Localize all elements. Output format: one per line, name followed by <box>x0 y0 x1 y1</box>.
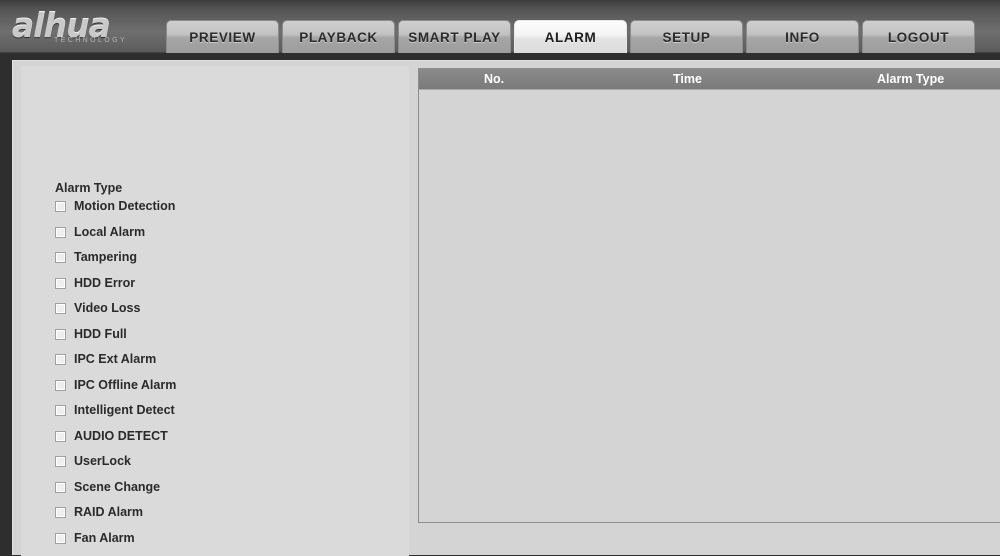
checkbox-scene-change[interactable] <box>55 481 66 493</box>
checkbox-intelligent-detect[interactable] <box>55 404 66 416</box>
label-audio-detect: AUDIO DETECT <box>74 429 168 443</box>
label-tampering: Tampering <box>74 250 137 264</box>
alarm-page: alhua TECHNOLOGY PREVIEW PLAYBACK SMART … <box>0 0 1000 556</box>
alarm-type-option-motion-detection[interactable]: Motion Detection <box>55 197 175 215</box>
alarm-type-option-audio-detect[interactable]: AUDIO DETECT <box>55 427 168 445</box>
alarm-type-option-ipc-offline-alarm[interactable]: IPC Offline Alarm <box>55 376 176 394</box>
alarm-type-option-fan-alarm[interactable]: Fan Alarm <box>55 529 135 547</box>
label-ipc-offline-alarm: IPC Offline Alarm <box>74 378 177 392</box>
alarm-type-option-local-alarm[interactable]: Local Alarm <box>55 223 145 241</box>
tab-logout[interactable]: LOGOUT <box>862 20 975 53</box>
checkbox-video-loss[interactable] <box>55 302 66 314</box>
logo-tagline: TECHNOLOGY <box>54 37 128 44</box>
checkbox-hdd-error[interactable] <box>55 277 66 289</box>
alarm-type-option-userlock[interactable]: UserLock <box>55 452 131 470</box>
checkbox-ipc-ext-alarm[interactable] <box>55 353 66 365</box>
checkbox-ipc-offline-alarm[interactable] <box>55 379 66 391</box>
label-userlock: UserLock <box>74 454 131 468</box>
alarm-type-option-raid-alarm[interactable]: RAID Alarm <box>55 503 143 521</box>
tab-alarm[interactable]: ALARM <box>514 20 627 53</box>
tab-preview[interactable]: PREVIEW <box>166 20 279 53</box>
alarm-settings-sidebar: Alarm Type Motion Detection Local Alarm … <box>21 66 409 556</box>
tab-setup[interactable]: SETUP <box>630 20 743 53</box>
tab-playback[interactable]: PLAYBACK <box>282 20 395 53</box>
alarm-panel: Alarm Type Motion Detection Local Alarm … <box>12 60 1000 556</box>
main-nav-tabs: PREVIEW PLAYBACK SMART PLAY ALARM SETUP … <box>166 20 975 53</box>
checkbox-audio-detect[interactable] <box>55 430 66 442</box>
label-motion-detection: Motion Detection <box>74 199 176 213</box>
label-hdd-full: HDD Full <box>74 327 127 341</box>
label-fan-alarm: Fan Alarm <box>74 531 135 545</box>
alarm-type-option-hdd-error[interactable]: HDD Error <box>55 274 135 292</box>
column-header-alarm-type: Alarm Type <box>877 72 945 86</box>
table-header-row: No. Time Alarm Type <box>419 69 1000 90</box>
dahua-logo: alhua TECHNOLOGY <box>8 4 158 50</box>
checkbox-userlock[interactable] <box>55 455 66 467</box>
column-header-no: No. <box>484 72 505 86</box>
checkbox-raid-alarm[interactable] <box>55 506 66 518</box>
alarm-type-option-tampering[interactable]: Tampering <box>55 248 137 266</box>
checkbox-motion-detection[interactable] <box>55 200 66 212</box>
label-intelligent-detect: Intelligent Detect <box>74 403 175 417</box>
app-header: alhua TECHNOLOGY PREVIEW PLAYBACK SMART … <box>0 0 1000 53</box>
alarm-list-table: No. Time Alarm Type <box>418 68 1000 523</box>
alarm-type-option-video-loss[interactable]: Video Loss <box>55 299 140 317</box>
alarm-type-option-ipc-ext-alarm[interactable]: IPC Ext Alarm <box>55 350 156 368</box>
label-raid-alarm: RAID Alarm <box>74 505 143 519</box>
content-area: Alarm Type Motion Detection Local Alarm … <box>0 53 1000 556</box>
tab-info[interactable]: INFO <box>746 20 859 53</box>
column-header-time: Time <box>673 72 702 86</box>
alarm-type-option-hdd-full[interactable]: HDD Full <box>55 325 127 343</box>
checkbox-hdd-full[interactable] <box>55 328 66 340</box>
table-body-empty <box>419 90 1000 522</box>
alarm-type-option-scene-change[interactable]: Scene Change <box>55 478 160 496</box>
checkbox-local-alarm[interactable] <box>55 226 66 238</box>
label-ipc-ext-alarm: IPC Ext Alarm <box>74 352 157 366</box>
alarm-type-heading: Alarm Type <box>55 181 123 195</box>
label-scene-change: Scene Change <box>74 480 161 494</box>
alarm-type-option-intelligent-detect[interactable]: Intelligent Detect <box>55 401 175 419</box>
tab-smart-play[interactable]: SMART PLAY <box>398 20 511 53</box>
label-video-loss: Video Loss <box>74 301 141 315</box>
checkbox-fan-alarm[interactable] <box>55 532 66 544</box>
label-local-alarm: Local Alarm <box>74 225 146 239</box>
checkbox-tampering[interactable] <box>55 251 66 263</box>
label-hdd-error: HDD Error <box>74 276 136 290</box>
